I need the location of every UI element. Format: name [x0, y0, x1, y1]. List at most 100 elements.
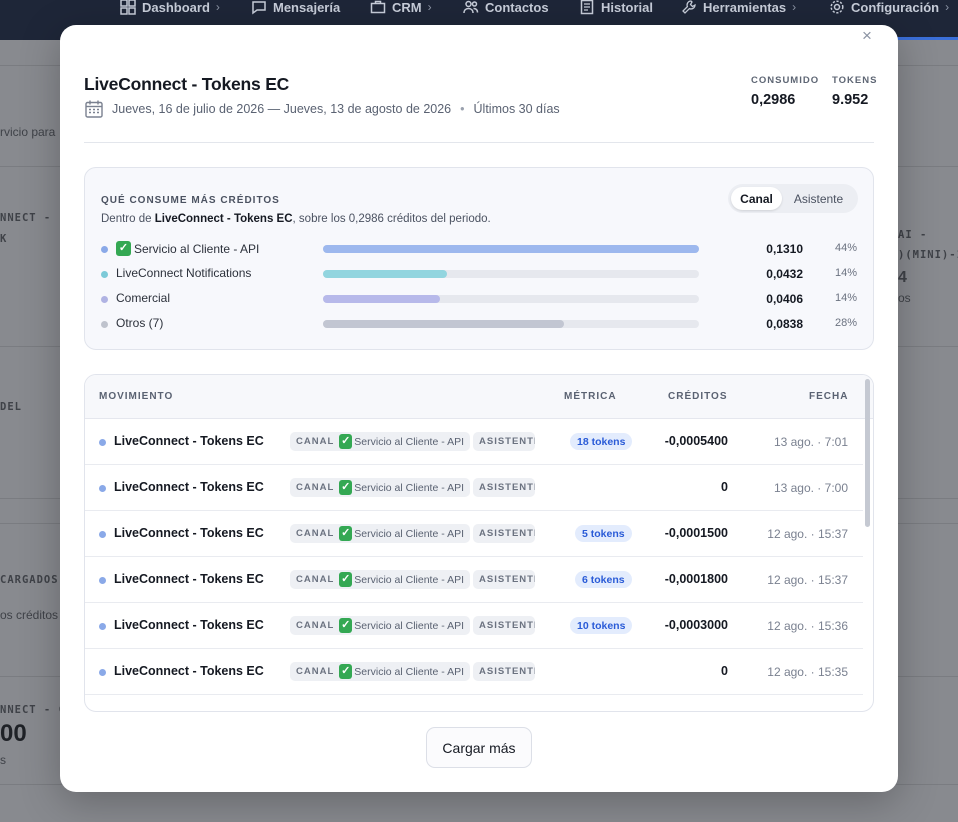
consumed-stat: CONSUMIDO 0,2986: [751, 75, 819, 108]
check-icon: ✓: [339, 664, 353, 679]
subtitle-suffix: , sobre los 0,2986 créditos del periodo.: [292, 213, 491, 225]
nav-label: Herramientas: [703, 0, 787, 15]
date-value: 13 ago. · 7:00: [773, 481, 848, 495]
nav-configuracion[interactable]: Configuración ›: [829, 0, 949, 15]
consumption-heading: QUÉ CONSUME MÁS CRÉDITOS: [101, 195, 280, 206]
consumption-bar: [323, 270, 448, 278]
movement-name: LiveConnect - Tokens EC: [114, 618, 264, 632]
consumption-percent: 14%: [834, 267, 857, 279]
table-row[interactable]: LiveConnect - Tokens EC CANAL ✓ Servicio al…: [85, 419, 863, 465]
bg-text: 4: [898, 269, 907, 286]
bg-text: DEL: [0, 401, 22, 413]
header-metric: MÉTRICA: [564, 391, 617, 402]
chip-key: CANAL: [296, 528, 335, 539]
consumption-value: 0,0406: [766, 292, 803, 306]
consumption-name: Otros (7): [116, 316, 163, 330]
asistente-chip: ASISTENTE: [473, 662, 535, 681]
nav-historial[interactable]: Historial: [579, 0, 653, 15]
consumed-label: CONSUMIDO: [751, 75, 820, 86]
table-scrollbar[interactable]: [865, 379, 870, 527]
check-icon: ✓: [339, 572, 353, 587]
date-value: 12 ago. · 15:35: [767, 665, 848, 679]
consumption-name-text: Comercial: [116, 291, 171, 305]
toggle-asistente[interactable]: Asistente: [782, 187, 855, 210]
asistente-chip: ASISTENTE: [473, 478, 535, 497]
table-header: MOVIMIENTO MÉTRICA CRÉDITOS FECHA: [85, 375, 873, 419]
chip-value: Servicio al Cliente - API: [354, 481, 464, 494]
chevron-right-icon: ›: [427, 0, 432, 14]
nav-mensajeria[interactable]: Mensajería: [251, 0, 340, 15]
date-value: 12 ago. · 15:36: [767, 619, 848, 633]
consumption-percent: 28%: [834, 317, 857, 329]
metric-badge: 5 tokens: [575, 525, 632, 542]
consumption-bar: [323, 320, 564, 328]
check-icon: ✓: [116, 241, 131, 256]
consumption-subtitle: Dentro de LiveConnect - Tokens EC, sobre…: [101, 213, 491, 225]
chip-key: ASISTENTE: [479, 666, 535, 677]
credits-value: 0: [721, 664, 728, 678]
nav-dashboard[interactable]: Dashboard ›: [120, 0, 220, 15]
separator-dot: •: [460, 102, 465, 116]
table-row[interactable]: LiveConnect - Tokens EC CANAL ✓ Servicio al…: [85, 557, 863, 603]
modal-title: LiveConnect - Tokens EC: [84, 74, 290, 94]
row-dot: [99, 623, 106, 630]
bg-text: )(MINI)-12: [898, 249, 958, 261]
subtitle-bold: LiveConnect - Tokens EC: [154, 213, 293, 225]
credits-value: -0,0001500: [664, 526, 728, 540]
row-dot: [99, 577, 106, 584]
series-dot: [101, 321, 108, 328]
asistente-chip: ASISTENTE: [473, 570, 535, 589]
bg-text: os: [898, 291, 911, 305]
bg-text: CARGADOS: [0, 574, 59, 586]
chip-key: CANAL: [296, 482, 335, 493]
consumption-bar: [323, 245, 699, 253]
grid-icon: [120, 0, 136, 15]
asistente-chip: ASISTENTE: [473, 432, 535, 451]
table-row[interactable]: LiveConnect - Tokens EC CANAL ✓ Servicio al…: [85, 511, 863, 557]
chip-value: Servicio al Cliente - API: [354, 573, 464, 586]
tokens-stat: TOKENS 9.952: [832, 75, 877, 108]
load-more-button[interactable]: Cargar más: [426, 727, 532, 768]
bg-text: NNECT -: [0, 212, 52, 224]
nav-contactos[interactable]: Contactos: [463, 0, 549, 15]
consumption-row: Comercial 0,0406 14%: [101, 291, 859, 307]
chat-icon: [252, 1, 266, 15]
group-by-toggle: Canal Asistente: [728, 184, 858, 213]
header-divider: [84, 142, 874, 143]
nav-label: Historial: [601, 0, 654, 15]
credits-value: -0,0003000: [664, 618, 728, 632]
table-row[interactable]: LiveConnect - Tokens EC CANAL ✓ Servicio al…: [85, 465, 863, 511]
nav-herramientas[interactable]: Herramientas ›: [681, 0, 796, 15]
header-movement: MOVIMIENTO: [99, 391, 174, 402]
chip-value: Servicio al Cliente - API: [354, 435, 464, 448]
chip-key: ASISTENTE: [479, 528, 535, 539]
tokens-modal: × LiveConnect - Tokens EC Jueves, 16 de …: [60, 25, 898, 792]
table-row[interactable]: LiveConnect - Tokens EC CANAL ✓ Servicio al…: [85, 649, 863, 695]
chip-key: CANAL: [296, 436, 335, 447]
chip-key: ASISTENTE: [479, 574, 535, 585]
table-row[interactable]: LiveConnect - Tokens EC CANAL ✓ Servicio al…: [85, 603, 863, 649]
consumption-name-text: Otros (7): [116, 316, 164, 330]
consumption-bar-track: [323, 320, 699, 328]
consumption-percent: 44%: [834, 242, 857, 254]
bg-text: 00: [0, 720, 27, 747]
consumption-name-text: Servicio al Cliente - API: [134, 241, 260, 256]
series-dot: [101, 246, 108, 253]
row-dot: [99, 439, 106, 446]
subtitle-prefix: Dentro de: [101, 213, 152, 225]
date-range-text: Jueves, 16 de julio de 2026 — Jueves, 13…: [112, 102, 452, 116]
nav-label: Configuración: [851, 0, 940, 15]
nav-crm[interactable]: CRM ›: [370, 0, 432, 15]
bg-text: NNECT - C: [0, 704, 66, 716]
canal-chip: CANAL ✓ Servicio al Cliente - API: [290, 432, 470, 451]
chevron-right-icon: ›: [792, 0, 797, 14]
chevron-right-icon: ›: [945, 0, 950, 14]
movement-name: LiveConnect - Tokens EC: [114, 434, 264, 448]
chip-value: Servicio al Cliente - API: [354, 619, 464, 632]
date-value: 12 ago. · 15:37: [767, 527, 848, 541]
header-date: FECHA: [809, 391, 849, 402]
close-icon[interactable]: ×: [859, 27, 875, 45]
consumption-name: LiveConnect Notifications: [116, 266, 251, 280]
toggle-canal[interactable]: Canal: [731, 187, 782, 210]
briefcase-icon: [370, 0, 386, 14]
